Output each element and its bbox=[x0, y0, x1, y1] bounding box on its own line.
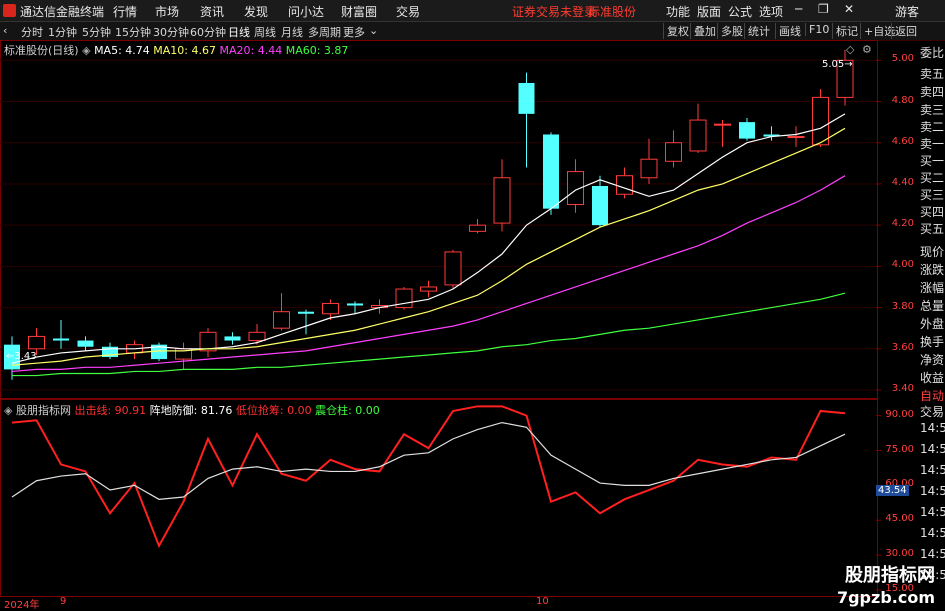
candle-body-down bbox=[77, 340, 94, 347]
candle-body-up bbox=[322, 302, 339, 315]
candle-body-down bbox=[298, 311, 314, 314]
candle-body-up bbox=[444, 251, 462, 286]
candle-body-up bbox=[28, 335, 45, 350]
candle-body-up bbox=[787, 136, 805, 139]
side-panel-time: 14:56 bbox=[920, 505, 945, 519]
candle-body-up bbox=[248, 331, 266, 342]
candle-body-down bbox=[739, 122, 755, 139]
side-panel-item[interactable]: 委比 bbox=[920, 44, 945, 61]
y-axis-label: 3.40 bbox=[891, 383, 914, 394]
side-panel-time: 14:56 bbox=[920, 442, 945, 456]
charts-svg bbox=[0, 50, 881, 591]
side-panel-time: 14:56 bbox=[920, 547, 945, 561]
side-panel-item[interactable]: 买四 bbox=[920, 203, 945, 220]
candle-body-down bbox=[518, 82, 535, 114]
side-panel-item[interactable]: 总量 bbox=[920, 297, 945, 314]
candle-body-down bbox=[224, 336, 241, 341]
date-month-10: 10 bbox=[536, 596, 549, 607]
candle-body-up bbox=[812, 96, 829, 146]
candle-body-down bbox=[543, 134, 559, 209]
side-panel-item[interactable]: 卖一 bbox=[920, 135, 945, 152]
side-panel-item[interactable]: 换手 bbox=[920, 333, 945, 350]
y-axis-label: 3.60 bbox=[891, 341, 914, 353]
y-axis-label: 4.00 bbox=[891, 259, 914, 271]
candle-body-up bbox=[616, 175, 633, 195]
side-panel-item[interactable]: 卖四 bbox=[920, 83, 945, 100]
y-axis-label: 4.60 bbox=[891, 135, 914, 147]
side-panel-item[interactable]: 买三 bbox=[920, 186, 945, 203]
side-panel-auto[interactable]: 自动 bbox=[920, 387, 945, 404]
side-panel-time: 14:56 bbox=[920, 463, 945, 477]
watermark-url: 7gpzb.com bbox=[836, 588, 935, 607]
candle-body-up bbox=[665, 142, 682, 162]
side-panel-time: 14:56 bbox=[920, 421, 945, 435]
ma5-line bbox=[11, 113, 846, 364]
ma20-line bbox=[11, 175, 846, 373]
y-axis-label: 3.80 bbox=[891, 300, 914, 312]
side-panel-item[interactable]: 买五 bbox=[920, 220, 945, 237]
indicator-y-label: 45.00 bbox=[885, 513, 914, 525]
side-panel-time: 14:56 bbox=[920, 484, 945, 498]
side-panel-item[interactable]: 现价 bbox=[920, 243, 945, 260]
high-marker: 5.05→ bbox=[822, 59, 853, 70]
date-month-9: 9 bbox=[60, 596, 67, 607]
side-panel-item[interactable]: 买一 bbox=[920, 152, 945, 169]
side-panel-item[interactable]: 外盘 bbox=[920, 315, 945, 332]
candle-body-up bbox=[273, 311, 290, 329]
attack-line bbox=[11, 405, 846, 549]
side-panel-item[interactable]: 涨跌 bbox=[920, 261, 945, 278]
y-axis-label: 5.00 bbox=[891, 53, 914, 65]
side-panel-item[interactable]: 买二 bbox=[920, 169, 945, 186]
candle-body-up bbox=[493, 177, 511, 224]
watermark-title: 股朋指标网 bbox=[845, 565, 935, 586]
indicator-y-label: 75.00 bbox=[885, 443, 914, 455]
candle-body-up bbox=[640, 158, 658, 179]
candle-body-down bbox=[53, 338, 69, 341]
y-axis-label: 4.20 bbox=[891, 218, 914, 230]
candle-body-up bbox=[689, 119, 707, 152]
candle-body-down bbox=[592, 186, 608, 226]
indicator-y-label: 90.00 bbox=[885, 408, 914, 420]
ma60-line bbox=[12, 292, 846, 377]
side-panel-item[interactable]: 收益 bbox=[920, 369, 945, 386]
candle-body-up bbox=[714, 123, 731, 126]
side-panel-item[interactable]: 涨幅 bbox=[920, 279, 945, 296]
side-panel-time: 14:56 bbox=[920, 526, 945, 540]
side-panel-item[interactable]: 净资 bbox=[920, 351, 945, 368]
y-axis-label: 4.40 bbox=[891, 176, 914, 188]
side-panel-item[interactable]: 卖五 bbox=[920, 65, 945, 82]
indicator-y-label: 30.00 bbox=[885, 548, 914, 560]
low-marker: ←3.43 bbox=[6, 351, 37, 362]
candle-body-up bbox=[420, 286, 437, 292]
current-value-badge: 43.54 bbox=[876, 485, 909, 496]
side-panel-trade[interactable]: 交易 bbox=[920, 403, 945, 420]
candle-body-up bbox=[469, 224, 486, 232]
y-axis-label: 4.80 bbox=[891, 94, 914, 106]
side-panel-item[interactable]: 卖二 bbox=[920, 118, 945, 135]
side-panel-item[interactable]: 卖三 bbox=[920, 101, 945, 118]
candle-body-down bbox=[347, 303, 363, 306]
